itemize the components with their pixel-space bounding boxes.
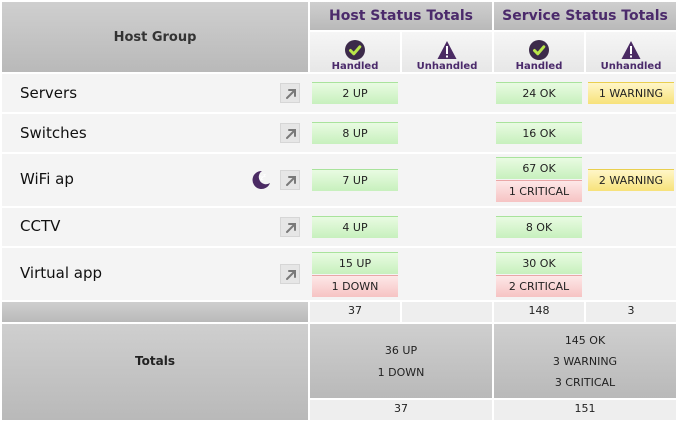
- host-group-name[interactable]: Virtual app: [20, 264, 102, 282]
- service-unhandled-cell[interactable]: 1 WARNING: [588, 82, 674, 104]
- table-row: Virtual app 15 UP 1 DOWN 30 OK 2 CRITICA…: [2, 248, 676, 300]
- service-status-totals-header: Service Status Totals: [494, 2, 676, 30]
- host-handled-cell[interactable]: 4 UP: [312, 216, 398, 238]
- totals-label: Totals: [135, 354, 175, 368]
- host-handled-column-header[interactable]: Handled: [310, 32, 400, 72]
- service-unhandled-cell[interactable]: 2 WARNING: [588, 169, 674, 191]
- service-totals-cell: 145 OK 3 WARNING 3 CRITICAL: [494, 324, 676, 398]
- service-total-ok: 145 OK: [564, 334, 606, 347]
- host-grand-total: 37: [310, 400, 492, 420]
- service-handled-cell[interactable]: 8 OK: [496, 216, 582, 238]
- host-group-name[interactable]: Switches: [20, 124, 87, 142]
- row-link-button[interactable]: [280, 83, 300, 103]
- totals-label-cell: Totals: [2, 324, 308, 420]
- sum-row-left-filler: [2, 302, 308, 322]
- host-handled-cell[interactable]: 8 UP: [312, 122, 398, 144]
- status-table: Host Group Host Status Totals Service St…: [0, 0, 678, 422]
- service-handled-cell[interactable]: 2 CRITICAL: [496, 275, 582, 297]
- service-handled-sum: 148: [494, 302, 584, 322]
- service-handled-cell[interactable]: 24 OK: [496, 82, 582, 104]
- arrow-up-right-icon: [286, 223, 296, 233]
- row-link-button[interactable]: [280, 123, 300, 143]
- arrow-up-right-icon: [286, 129, 296, 139]
- host-handled-cell[interactable]: 15 UP: [312, 252, 398, 274]
- host-group-name[interactable]: CCTV: [20, 217, 60, 235]
- host-handled-cell[interactable]: 7 UP: [312, 169, 398, 191]
- arrow-up-right-icon: [286, 176, 296, 186]
- warning-triangle-icon: [437, 41, 457, 59]
- host-handled-cell[interactable]: 1 DOWN: [312, 275, 398, 297]
- service-handled-cell[interactable]: 16 OK: [496, 122, 582, 144]
- service-handled-cell[interactable]: 67 OK: [496, 157, 582, 179]
- host-totals-cell: 36 UP 1 DOWN: [310, 324, 492, 398]
- svg-text:z: z: [263, 173, 266, 179]
- service-handled-cell[interactable]: 1 CRITICAL: [496, 180, 582, 202]
- host-total-down: 1 DOWN: [377, 366, 425, 379]
- host-unhandled-sum: [402, 302, 492, 322]
- check-circle-icon: [529, 40, 549, 60]
- service-handled-column-header[interactable]: Handled: [494, 32, 584, 72]
- host-group-name[interactable]: Servers: [20, 84, 77, 102]
- table-row: WiFi ap z z 7 UP 67 OK 1 CRITICAL 2 WARN…: [2, 154, 676, 206]
- row-link-button[interactable]: [280, 170, 300, 190]
- service-total-critical: 3 CRITICAL: [554, 376, 616, 389]
- arrow-up-right-icon: [286, 270, 296, 280]
- host-handled-cell[interactable]: 2 UP: [312, 82, 398, 104]
- table-row: Switches 8 UP 16 OK: [2, 114, 676, 152]
- table-row: CCTV 4 UP 8 OK: [2, 208, 676, 246]
- service-handled-cell[interactable]: 30 OK: [496, 252, 582, 274]
- host-group-name[interactable]: WiFi ap: [20, 170, 74, 188]
- service-unhandled-sum: 3: [586, 302, 676, 322]
- host-unhandled-label: Unhandled: [416, 61, 478, 72]
- row-link-button[interactable]: [280, 264, 300, 284]
- host-handled-sum: 37: [310, 302, 400, 322]
- service-unhandled-label: Unhandled: [600, 61, 662, 72]
- host-total-up: 36 UP: [384, 344, 418, 357]
- service-handled-label: Handled: [515, 61, 563, 72]
- host-unhandled-column-header[interactable]: Unhandled: [402, 32, 492, 72]
- row-link-button[interactable]: [280, 217, 300, 237]
- service-total-warning: 3 WARNING: [552, 355, 618, 368]
- host-handled-label: Handled: [331, 61, 379, 72]
- arrow-up-right-icon: [286, 89, 296, 99]
- moon-zz-icon: z z: [252, 170, 270, 189]
- host-group-header: Host Group: [2, 2, 308, 72]
- check-circle-icon: [345, 40, 365, 60]
- host-status-totals-header: Host Status Totals: [310, 2, 492, 30]
- warning-triangle-icon: [621, 41, 641, 59]
- service-grand-total: 151: [494, 400, 676, 420]
- service-unhandled-column-header[interactable]: Unhandled: [586, 32, 676, 72]
- table-row: Servers 2 UP 24 OK 1 WARNING: [2, 74, 676, 112]
- host-group-header-label: Host Group: [113, 30, 197, 45]
